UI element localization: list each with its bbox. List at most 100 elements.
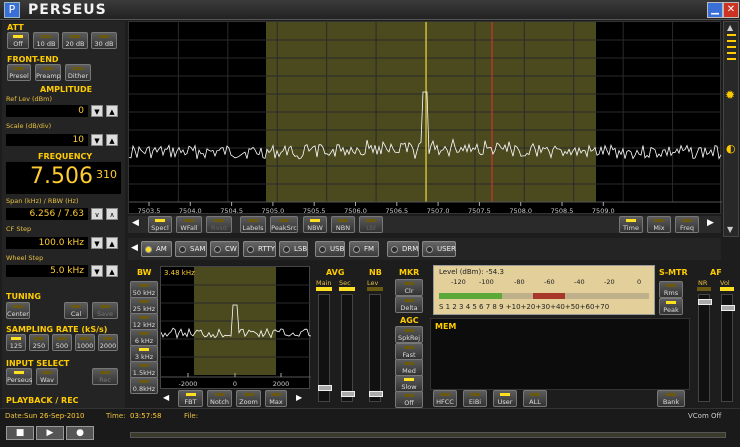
bw-3k-button[interactable]: 3 kHz [130, 345, 158, 362]
wheel-step-value[interactable]: 5.0 kHz [6, 265, 88, 277]
mem-hfcc-button[interactable]: HFCC [433, 390, 457, 407]
sr-125-button[interactable]: 125 [6, 334, 26, 351]
input-rec-button[interactable]: Rec [92, 368, 118, 385]
save-button[interactable]: Save [92, 302, 118, 319]
cf-step-down-icon[interactable]: ▼ [91, 237, 103, 249]
scroll-down-icon[interactable]: ▼ [727, 225, 733, 234]
att-10db-button[interactable]: 10 dB [33, 32, 59, 49]
mkr-clr-button[interactable]: Clr [395, 279, 423, 296]
spectrum-panel[interactable]: 7503.5 7504.0 7504.5 7505.0 7505.5 7506.0 7506… [128, 21, 722, 215]
agc-off-button[interactable]: Off [395, 391, 423, 408]
bw-50k-button[interactable]: 50 kHz [130, 281, 158, 298]
zoom-button[interactable]: Zoom [236, 390, 261, 407]
close-button[interactable]: ✕ [723, 2, 739, 18]
max-button[interactable]: Max [265, 390, 287, 407]
mode-rtty-button[interactable]: RTTY [243, 241, 276, 257]
ref-level-up-icon[interactable]: ▲ [106, 105, 118, 117]
smtr-rms-button[interactable]: Rms [659, 281, 683, 298]
bw-12k-button[interactable]: 12 kHz [130, 313, 158, 330]
af-vol-slider[interactable] [721, 294, 735, 402]
time-button[interactable]: Time [619, 216, 643, 233]
mem-user-button[interactable]: User [493, 390, 517, 407]
center-button[interactable]: Center [6, 302, 30, 319]
spectrum-plot[interactable]: 7503.5 7504.0 7504.5 7505.0 7505.5 7506.0 7506… [129, 22, 722, 215]
record-button[interactable]: ● [66, 426, 94, 440]
mode-am-button[interactable]: AM [141, 241, 172, 257]
mode-user-button[interactable]: USER [422, 241, 456, 257]
scroll-up-icon[interactable]: ▲ [727, 23, 733, 32]
mkr-delta-button[interactable]: Delta [395, 296, 423, 313]
dither-button[interactable]: Dither [65, 64, 91, 81]
mode-fm-button[interactable]: FM [349, 241, 379, 257]
fbt-button[interactable]: FBT [178, 390, 203, 407]
playback-progress[interactable] [130, 432, 726, 438]
mode-sam-button[interactable]: SAM [175, 241, 207, 257]
labels-button[interactable]: Labels [240, 216, 266, 233]
bw-1k5-button[interactable]: 1.5kHz [130, 361, 158, 378]
sr-500-button[interactable]: 500 [52, 334, 72, 351]
agc-fast-button[interactable]: Fast [395, 343, 423, 360]
bw-left-arrow-icon[interactable]: ◀ [163, 393, 169, 402]
wheel-step-down-icon[interactable]: ▼ [91, 265, 103, 277]
spectrum-left-arrow-icon[interactable]: ◀ [132, 218, 139, 228]
rvsd-button[interactable]: Rvsd [206, 216, 232, 233]
scale-down-icon[interactable]: ▼ [91, 134, 103, 146]
scale-value[interactable]: 10 [6, 134, 88, 146]
att-20db-button[interactable]: 20 dB [62, 32, 88, 49]
smtr-peak-button[interactable]: Peak [659, 298, 683, 315]
mode-left-arrow-icon[interactable]: ◀ [131, 243, 138, 253]
cf-step-up-icon[interactable]: ▲ [106, 237, 118, 249]
mode-usb-button[interactable]: USB [315, 241, 345, 257]
sr-250-button[interactable]: 250 [29, 334, 49, 351]
preamp-button[interactable]: Preamp [35, 64, 61, 81]
avg-sec-knob[interactable] [341, 391, 355, 397]
minimize-button[interactable]: ▁ [707, 2, 723, 18]
mode-cw-button[interactable]: CW [210, 241, 239, 257]
wheel-step-up-icon[interactable]: ▲ [106, 265, 118, 277]
nb-knob[interactable] [369, 391, 383, 397]
agc-spkrej-button[interactable]: SpkRej [395, 326, 423, 343]
sr-2000-button[interactable]: 2000 [98, 334, 118, 351]
input-wav-button[interactable]: Wav [36, 368, 58, 385]
nbw-button[interactable]: NBW [303, 216, 327, 233]
frequency-display[interactable]: 7.506 310 [6, 162, 121, 194]
peaksrc-button[interactable]: PeakSrc [270, 216, 298, 233]
sr-1000-button[interactable]: 1000 [75, 334, 95, 351]
bw-0k8-button[interactable]: 0.8kHz [130, 377, 158, 394]
af-nr-knob[interactable] [698, 299, 712, 305]
af-vol-knob[interactable] [721, 305, 735, 311]
ref-level-down-icon[interactable]: ▼ [91, 105, 103, 117]
span-up-icon[interactable]: ∧ [106, 208, 118, 220]
bw-plot[interactable]: -2000 0 2000 [161, 267, 311, 390]
agc-slow-button[interactable]: Slow [395, 375, 423, 392]
avg-sec-slider[interactable] [341, 294, 355, 402]
mem-bank-button[interactable]: Bank [657, 390, 685, 407]
mode-lsb-button[interactable]: LSB [279, 241, 308, 257]
avg-main-slider[interactable] [318, 294, 332, 402]
mem-all-button[interactable]: ALL [523, 390, 547, 407]
lbl-button[interactable]: Lbl [359, 216, 383, 233]
att-30db-button[interactable]: 30 dB [91, 32, 117, 49]
freq-button[interactable]: Freq [675, 216, 699, 233]
cf-step-value[interactable]: 100.0 kHz [6, 237, 88, 249]
bw-25k-button[interactable]: 25 kHz [130, 297, 158, 314]
span-value[interactable]: 6.256 / 7.63 [6, 208, 88, 220]
wfall-button[interactable]: WFall [176, 216, 202, 233]
brightness-icon[interactable]: ✹ [725, 88, 735, 102]
spec-button[interactable]: Specl [148, 216, 172, 233]
af-nr-slider[interactable] [698, 294, 712, 402]
cal-button[interactable]: Cal [64, 302, 88, 319]
span-down-icon[interactable]: ∨ [91, 208, 103, 220]
nb-slider[interactable] [369, 294, 383, 402]
agc-med-button[interactable]: Med [395, 359, 423, 376]
scale-up-icon[interactable]: ▲ [106, 134, 118, 146]
mem-eibi-button[interactable]: EiBi [463, 390, 487, 407]
nbn-button[interactable]: NBN [331, 216, 355, 233]
ref-level-value[interactable]: 0 [6, 105, 88, 117]
bw-right-arrow-icon[interactable]: ▶ [296, 393, 302, 402]
bw-panel[interactable]: -2000 0 2000 3.48 kHz [160, 266, 311, 390]
notch-button[interactable]: Notch [207, 390, 232, 407]
mode-drm-button[interactable]: DRM [387, 241, 419, 257]
att-off-button[interactable]: Off [7, 32, 29, 49]
play-button[interactable]: ▶ [36, 426, 64, 440]
